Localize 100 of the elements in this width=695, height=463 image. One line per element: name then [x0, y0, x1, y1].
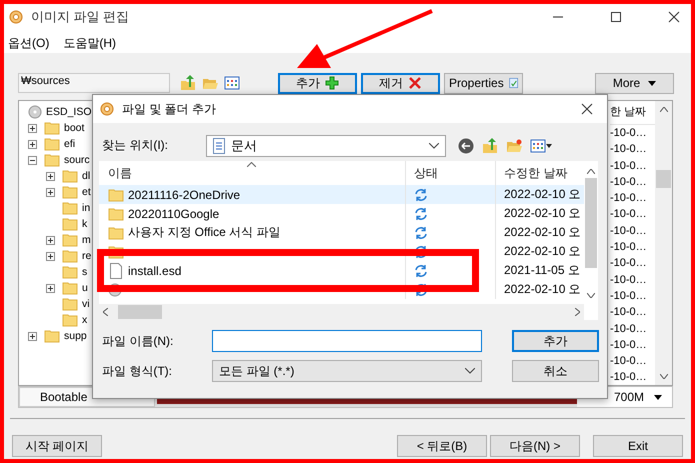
- file-name[interactable]: 20211116-2OneDrive: [128, 188, 240, 202]
- chevron-icon: [465, 368, 475, 374]
- path-field[interactable]: ₩sources: [18, 73, 170, 93]
- menu-item[interactable]: 도움말(H): [63, 34, 116, 52]
- folder-icon: [44, 120, 60, 136]
- new-folder-icon[interactable]: [506, 138, 522, 154]
- tree-item[interactable]: sourc: [64, 154, 90, 166]
- file-type-dropdown[interactable]: 모든 파일 (*.*): [212, 360, 482, 382]
- tree-item[interactable]: supp: [64, 330, 87, 342]
- table-cell-text: -10-0…: [610, 272, 648, 288]
- table-cell-text: -10-0…: [610, 305, 648, 320]
- expand-icon[interactable]: [28, 124, 37, 132]
- folder-icon: [62, 280, 78, 296]
- folder-icon: [62, 248, 78, 264]
- folder-icon: [44, 328, 60, 344]
- tree-item[interactable]: boot: [64, 122, 84, 134]
- table-cell-text: -10-0…: [610, 338, 648, 353]
- disc-icon: [100, 102, 114, 116]
- start-page-button[interactable]: 시작 페이지: [12, 435, 102, 457]
- window-title: 이미지 파일 편집: [31, 8, 130, 26]
- chevron-icon: [429, 142, 439, 148]
- tree-item[interactable]: ESD_ISO: [46, 106, 92, 118]
- grid-view-icon[interactable]: [224, 75, 240, 91]
- tree-item[interactable]: re: [82, 250, 92, 262]
- expand-icon[interactable]: [28, 332, 37, 340]
- sync-icon: [414, 244, 428, 258]
- tree-item[interactable]: u: [82, 282, 88, 294]
- file-name[interactable]: install.esd: [128, 264, 182, 278]
- file-name-field[interactable]: [212, 330, 482, 352]
- dialog-title: 파일 및 폴더 추가: [122, 100, 216, 118]
- folder-icon: [62, 216, 78, 232]
- cancel-button[interactable]: 취소: [512, 360, 599, 382]
- tree-item[interactable]: dl: [82, 170, 90, 182]
- disc-icon: [9, 10, 23, 24]
- table-cell-text: -10-0…: [610, 142, 648, 158]
- scroll-thumb[interactable]: [585, 178, 597, 268]
- nav-button[interactable]: 다음(N) >: [490, 435, 580, 457]
- tree-item[interactable]: efi: [64, 138, 76, 150]
- scroll-thumb[interactable]: [118, 305, 162, 319]
- file-name[interactable]: 20220110Google: [128, 206, 220, 220]
- more-button[interactable]: More: [595, 72, 674, 94]
- toolbar-button[interactable]: Properties: [444, 72, 523, 94]
- scroll-thumb[interactable]: [656, 170, 671, 188]
- menu-item[interactable]: 옵션(O): [8, 34, 50, 52]
- table-cell-text: -10-0…: [610, 158, 648, 174]
- sort-caret-icon: [247, 162, 256, 167]
- file-icon: [108, 262, 124, 278]
- tree-item[interactable]: et: [82, 186, 91, 198]
- folder-icon: [44, 152, 60, 168]
- collapse-icon[interactable]: [28, 156, 37, 164]
- scrollbar[interactable]: [655, 101, 672, 385]
- table-cell-text: -10-0…: [610, 191, 648, 206]
- add-button[interactable]: 추가: [512, 330, 599, 352]
- tree-item[interactable]: s: [82, 266, 88, 278]
- view-menu-icon[interactable]: [530, 138, 552, 154]
- look-in-dropdown[interactable]: 문서: [206, 134, 446, 156]
- table-cell-text: -10-0…: [610, 240, 648, 256]
- table-cell-text: -10-0…: [610, 256, 648, 272]
- file-name[interactable]: 사용자 지정 Office 서식 파일: [128, 224, 280, 241]
- tree-item[interactable]: x: [82, 314, 88, 326]
- expand-icon[interactable]: [46, 172, 55, 180]
- table-cell-text: -10-0…: [610, 370, 648, 386]
- expand-icon[interactable]: [46, 284, 55, 292]
- sync-icon: [414, 226, 428, 240]
- toolbar-button[interactable]: 추가: [278, 72, 357, 94]
- table-cell-text: -10-0…: [610, 207, 648, 222]
- back-icon[interactable]: [458, 138, 474, 154]
- toolbar-button[interactable]: 제거: [361, 72, 440, 94]
- expand-icon[interactable]: [46, 236, 55, 244]
- folder-icon: [62, 168, 78, 184]
- look-in-label: 찾는 위치(I):: [102, 137, 169, 154]
- expand-icon[interactable]: [28, 140, 37, 148]
- tree-item[interactable]: in: [82, 202, 90, 214]
- expand-icon[interactable]: [46, 188, 55, 196]
- table-cell-text: -10-0…: [610, 322, 648, 337]
- tree-item[interactable]: vi: [82, 298, 90, 310]
- sync-icon: [414, 264, 428, 278]
- table-cell-text: -10-0…: [610, 224, 648, 239]
- folder-icon: [62, 200, 78, 216]
- table-cell-text: -10-0…: [610, 174, 648, 190]
- folder-up-icon[interactable]: [482, 138, 498, 154]
- nav-button[interactable]: < 뒤로(B): [397, 435, 487, 457]
- tree-item[interactable]: k: [82, 218, 88, 230]
- nav-button[interactable]: Exit: [593, 435, 683, 457]
- tree-item[interactable]: m: [82, 234, 91, 246]
- plus-icon: [325, 76, 339, 90]
- folder-up-icon[interactable]: [180, 75, 196, 91]
- expand-icon[interactable]: [46, 252, 55, 260]
- table-cell-text: -10-0…: [610, 354, 648, 370]
- close-icon[interactable]: [581, 103, 593, 115]
- sync-icon: [414, 206, 428, 220]
- file-type-label: 파일 형식(T):: [102, 362, 173, 380]
- caret-icon: [648, 80, 656, 86]
- close-icon[interactable]: [668, 10, 680, 22]
- folder-icon: [62, 296, 78, 312]
- column-header[interactable]: 이름: [99, 161, 405, 185]
- disc-icon: [28, 104, 42, 120]
- folder-icon: [108, 186, 124, 202]
- sync-icon: [414, 188, 428, 202]
- maximize-icon[interactable]: [610, 10, 622, 22]
